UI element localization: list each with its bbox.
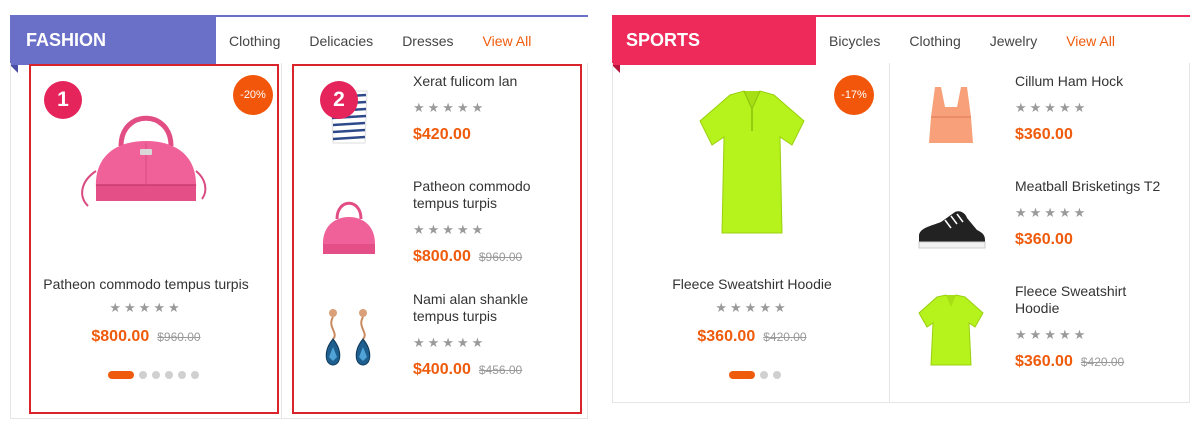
sports-tab-view-all[interactable]: View All	[1066, 33, 1115, 49]
carousel-dot[interactable]	[773, 371, 781, 379]
list-item[interactable]: Cillum Ham Hock ★★★★★ $360.00	[911, 73, 1181, 168]
list-item[interactable]: Fleece Sweatshirt Hoodie ★★★★★ $360.00 $4…	[911, 283, 1181, 393]
item-info: Fleece Sweatshirt Hoodie ★★★★★ $360.00 $4…	[1015, 283, 1165, 371]
annotation-marker-1: 1	[44, 81, 82, 119]
carousel-dots	[729, 371, 781, 379]
fashion-category-title[interactable]: FASHION	[10, 15, 216, 73]
item-price-row: $360.00 $420.00	[1015, 353, 1165, 371]
sports-title-text: SPORTS	[626, 30, 701, 50]
item-name[interactable]: Fleece Sweatshirt Hoodie	[1015, 283, 1165, 317]
item-price: $360.00	[1015, 231, 1073, 248]
product-price: $360.00	[697, 328, 756, 345]
old-price: $420.00	[763, 330, 807, 344]
fashion-tab-dresses[interactable]: Dresses	[402, 33, 453, 49]
rating-stars: ★★★★★	[1015, 205, 1089, 220]
sneaker-image[interactable]	[911, 184, 991, 264]
fashion-title-text: FASHION	[26, 30, 107, 50]
fashion-block: FASHION Clothing Delicacies Dresses View…	[10, 15, 588, 419]
sports-tab-clothing[interactable]: Clothing	[909, 33, 960, 49]
old-price: $420.00	[1080, 355, 1125, 369]
sports-body: -17% Fleece Sweatshirt Hoodie ★★★★★ $360…	[612, 63, 1190, 403]
sports-featured-product[interactable]: -17% Fleece Sweatshirt Hoodie ★★★★★ $360…	[621, 63, 883, 403]
sports-block: SPORTS Bicycles Clothing Jewelry View Al…	[612, 15, 1190, 403]
item-name[interactable]: Meatball Brisketings T2	[1015, 178, 1165, 195]
fashion-divider	[281, 63, 282, 418]
rating-stars: ★★★★★	[1015, 100, 1089, 115]
sports-tab-jewelry[interactable]: Jewelry	[990, 33, 1037, 49]
item-price: $360.00	[1015, 126, 1073, 143]
item-price: $360.00	[1015, 353, 1073, 370]
fashion-tabs: Clothing Delicacies Dresses View All	[229, 17, 560, 65]
sports-tab-bicycles[interactable]: Bicycles	[829, 33, 880, 49]
carousel-dot-active[interactable]	[729, 371, 755, 379]
sports-bra-image[interactable]	[911, 73, 991, 153]
item-info: Meatball Brisketings T2 ★★★★★ $360.00	[1015, 178, 1165, 249]
item-name[interactable]: Cillum Ham Hock	[1015, 73, 1165, 90]
green-polo-shirt-image[interactable]	[692, 83, 812, 243]
product-name[interactable]: Fleece Sweatshirt Hoodie	[621, 276, 883, 293]
carousel-dot[interactable]	[760, 371, 768, 379]
annotation-marker-2: 2	[320, 81, 358, 119]
fashion-header: FASHION Clothing Delicacies Dresses View…	[10, 15, 588, 73]
rating-stars: ★★★★★	[715, 300, 789, 315]
price-row: $360.00 $420.00	[621, 328, 883, 346]
item-info: Cillum Ham Hock ★★★★★ $360.00	[1015, 73, 1165, 144]
sports-header: SPORTS Bicycles Clothing Jewelry View Al…	[612, 15, 1190, 73]
green-polo-shirt-image[interactable]	[911, 289, 991, 369]
fashion-tab-view-all[interactable]: View All	[483, 33, 532, 49]
sports-tabs: Bicycles Clothing Jewelry View All	[829, 17, 1144, 65]
discount-badge: -17%	[834, 75, 874, 115]
fashion-tab-clothing[interactable]: Clothing	[229, 33, 280, 49]
rating-stars: ★★★★★	[1015, 327, 1089, 342]
list-item[interactable]: Meatball Brisketings T2 ★★★★★ $360.00	[911, 178, 1181, 273]
sports-divider	[889, 63, 890, 402]
sports-category-title[interactable]: SPORTS	[612, 15, 816, 73]
fashion-tab-delicacies[interactable]: Delicacies	[309, 33, 373, 49]
